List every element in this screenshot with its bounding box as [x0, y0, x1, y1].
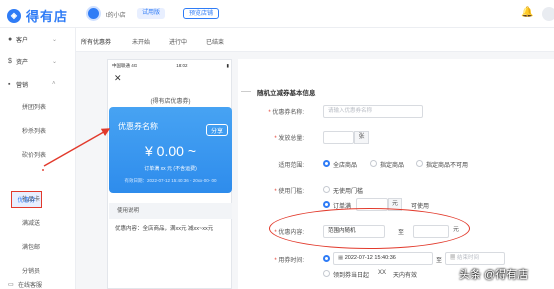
sidebar-item-customers[interactable]: ● 客户 ⌄ [8, 33, 57, 45]
sidebar-item-label: 客户 [16, 37, 29, 44]
name-label: * 优惠券名称: [268, 110, 304, 116]
marketing-icon: ▪ [8, 80, 11, 88]
sidebar-item-assets[interactable]: $ 资产 ⌄ [8, 55, 57, 67]
scope-option-specified[interactable]: 指定商品 [380, 160, 404, 169]
scope-option-excluded[interactable]: 指定商品不可用 [426, 160, 468, 169]
day-option[interactable]: 领到券当日起 [333, 270, 369, 279]
coupon-amount: ¥ 0.00 ~ [145, 143, 196, 159]
coupon-name: 优惠券名称 [118, 122, 158, 131]
trial-badge: 试用版 [137, 8, 166, 19]
scope-radio-specified[interactable] [370, 160, 377, 167]
calendar-icon: ▦ [338, 255, 345, 261]
chevron-down-icon: ⌄ [52, 36, 58, 43]
scope-radio-all[interactable] [323, 160, 330, 167]
bell-icon[interactable]: 🔔 [521, 7, 533, 18]
total-quantity-input[interactable] [323, 131, 354, 144]
time-radio-range[interactable] [323, 255, 330, 262]
top-bar: ◈ 得有店 t的小店 试用版 预览店铺 🔔 [0, 0, 554, 28]
section-divider [241, 91, 251, 92]
sidebar-item-label: 营销 [16, 82, 29, 89]
total-unit: 张 [354, 131, 369, 144]
currency-icon: $ [8, 57, 12, 65]
sidebar-item-label: 资产 [16, 59, 29, 66]
scope-radio-excluded[interactable] [416, 160, 423, 167]
coupon-card: 优惠券名称 分享 ¥ 0.00 ~ 订单满 xx 元 (不含运费) 有效日期：2… [109, 107, 232, 193]
coupon-form-panel: 随机立减券基本信息 * 优惠券名称: 请输入优惠券名称 * 发放总量: 张 适用… [238, 59, 554, 289]
brand-name: 得有店 [26, 9, 69, 24]
threshold-label: * 使用门槛: [274, 189, 304, 195]
user-icon: ● [8, 35, 13, 43]
phone-page-title: (得有店优惠券) [150, 99, 191, 105]
time-radio-days[interactable] [323, 270, 330, 277]
chevron-down-icon: ⌄ [52, 58, 58, 65]
store-logo-icon: ◈ [7, 8, 21, 23]
sidebar-item-flash-sale[interactable]: 秒杀列表 [22, 126, 46, 135]
tab-in-progress[interactable]: 进行中 [169, 37, 187, 46]
chat-icon: ▭ [8, 282, 14, 288]
section-title: 随机立减券基本信息 [257, 90, 316, 97]
phone-preview: 中国联通 4G 18:02 ▮ ✕ (得有店优惠券) 优惠券名称 分享 ¥ 0.… [107, 59, 232, 289]
tab-ended[interactable]: 已结束 [206, 37, 224, 46]
total-label: * 发放总量: [274, 136, 304, 142]
usage-text: 优惠内容：全店商品，满xx元 减xx~xx元 [115, 226, 214, 232]
phone-time: 18:02 [176, 63, 188, 68]
coupon-validity: 有效日期：2022-07-12 15:40:36 - 20xx-00- 00 [124, 178, 217, 183]
calendar-icon: ▦ [450, 255, 458, 261]
threshold-radio-order[interactable] [323, 201, 330, 208]
time-to: 至 [436, 258, 443, 264]
threshold-radio-none[interactable] [323, 186, 330, 193]
threshold-none[interactable]: 无使用门槛 [333, 186, 363, 195]
time-label: * 用券时间: [274, 258, 304, 264]
phone-status-bar: 中国联通 4G 18:02 ▮ [112, 63, 229, 69]
tab-not-started[interactable]: 未开始 [132, 37, 150, 46]
chevron-up-icon: ˄ [52, 81, 56, 87]
sidebar-item-bargain[interactable]: 砍价列表 [22, 150, 46, 159]
carrier-text: 中国联通 4G [112, 63, 138, 68]
annotation-ellipse [269, 208, 470, 249]
close-icon[interactable]: ✕ [114, 73, 122, 84]
end-time-input[interactable]: ▦ 结束时间 [445, 252, 505, 265]
battery-icon: ▮ [226, 63, 229, 68]
sidebar-item-marketing[interactable]: ▪ 营销 ˄ [8, 78, 56, 90]
usage-title: 使用说明 [109, 203, 232, 219]
brand-logo[interactable]: ◈ 得有店 [7, 6, 68, 25]
watermark: 头条 @得有店 [459, 269, 529, 281]
sidebar: ● 客户 ⌄ $ 资产 ⌄ ▪ 营销 ˄ 拼团列表 秒杀列表 砍价列表 优惠券 … [0, 28, 76, 289]
sidebar-item-group-buy[interactable]: 拼团列表 [22, 102, 46, 111]
user-avatar[interactable] [542, 7, 554, 21]
online-service-label: 在线客服 [18, 283, 43, 289]
coupon-tabs: 所有优惠券 未开始 进行中 已结束 [76, 28, 554, 52]
sidebar-item-free-shipping[interactable]: 满包邮 [22, 242, 40, 251]
coupon-name-input[interactable]: 请输入优惠券名称 [323, 105, 423, 118]
scope-label: 适用范围: [278, 163, 304, 169]
sidebar-item-gift-card[interactable]: 礼品卡 [22, 194, 40, 203]
sidebar-item-discount[interactable]: 满减送 [22, 218, 40, 227]
day-suffix: 天内有效 [393, 273, 418, 279]
threshold-suffix: 可使用 [411, 204, 430, 210]
scope-option-all[interactable]: 全店商品 [333, 160, 357, 169]
sidebar-item-distributor[interactable]: 分销员 [22, 266, 40, 275]
coupon-condition: 订单满 xx 元 (不含运费) [144, 166, 197, 172]
shop-avatar[interactable] [86, 6, 101, 21]
preview-shop-button[interactable]: 预览店铺 [183, 8, 220, 19]
day-value[interactable]: XX [378, 270, 386, 276]
shop-name[interactable]: t的小店 [106, 10, 126, 19]
online-service-button[interactable]: ▭ 在线客服 [8, 280, 42, 289]
share-button[interactable]: 分享 [206, 124, 228, 136]
tab-all-coupons[interactable]: 所有优惠券 [81, 37, 111, 46]
start-time-input[interactable]: ▦ 2022-07-12 15:40:36 [333, 252, 433, 265]
